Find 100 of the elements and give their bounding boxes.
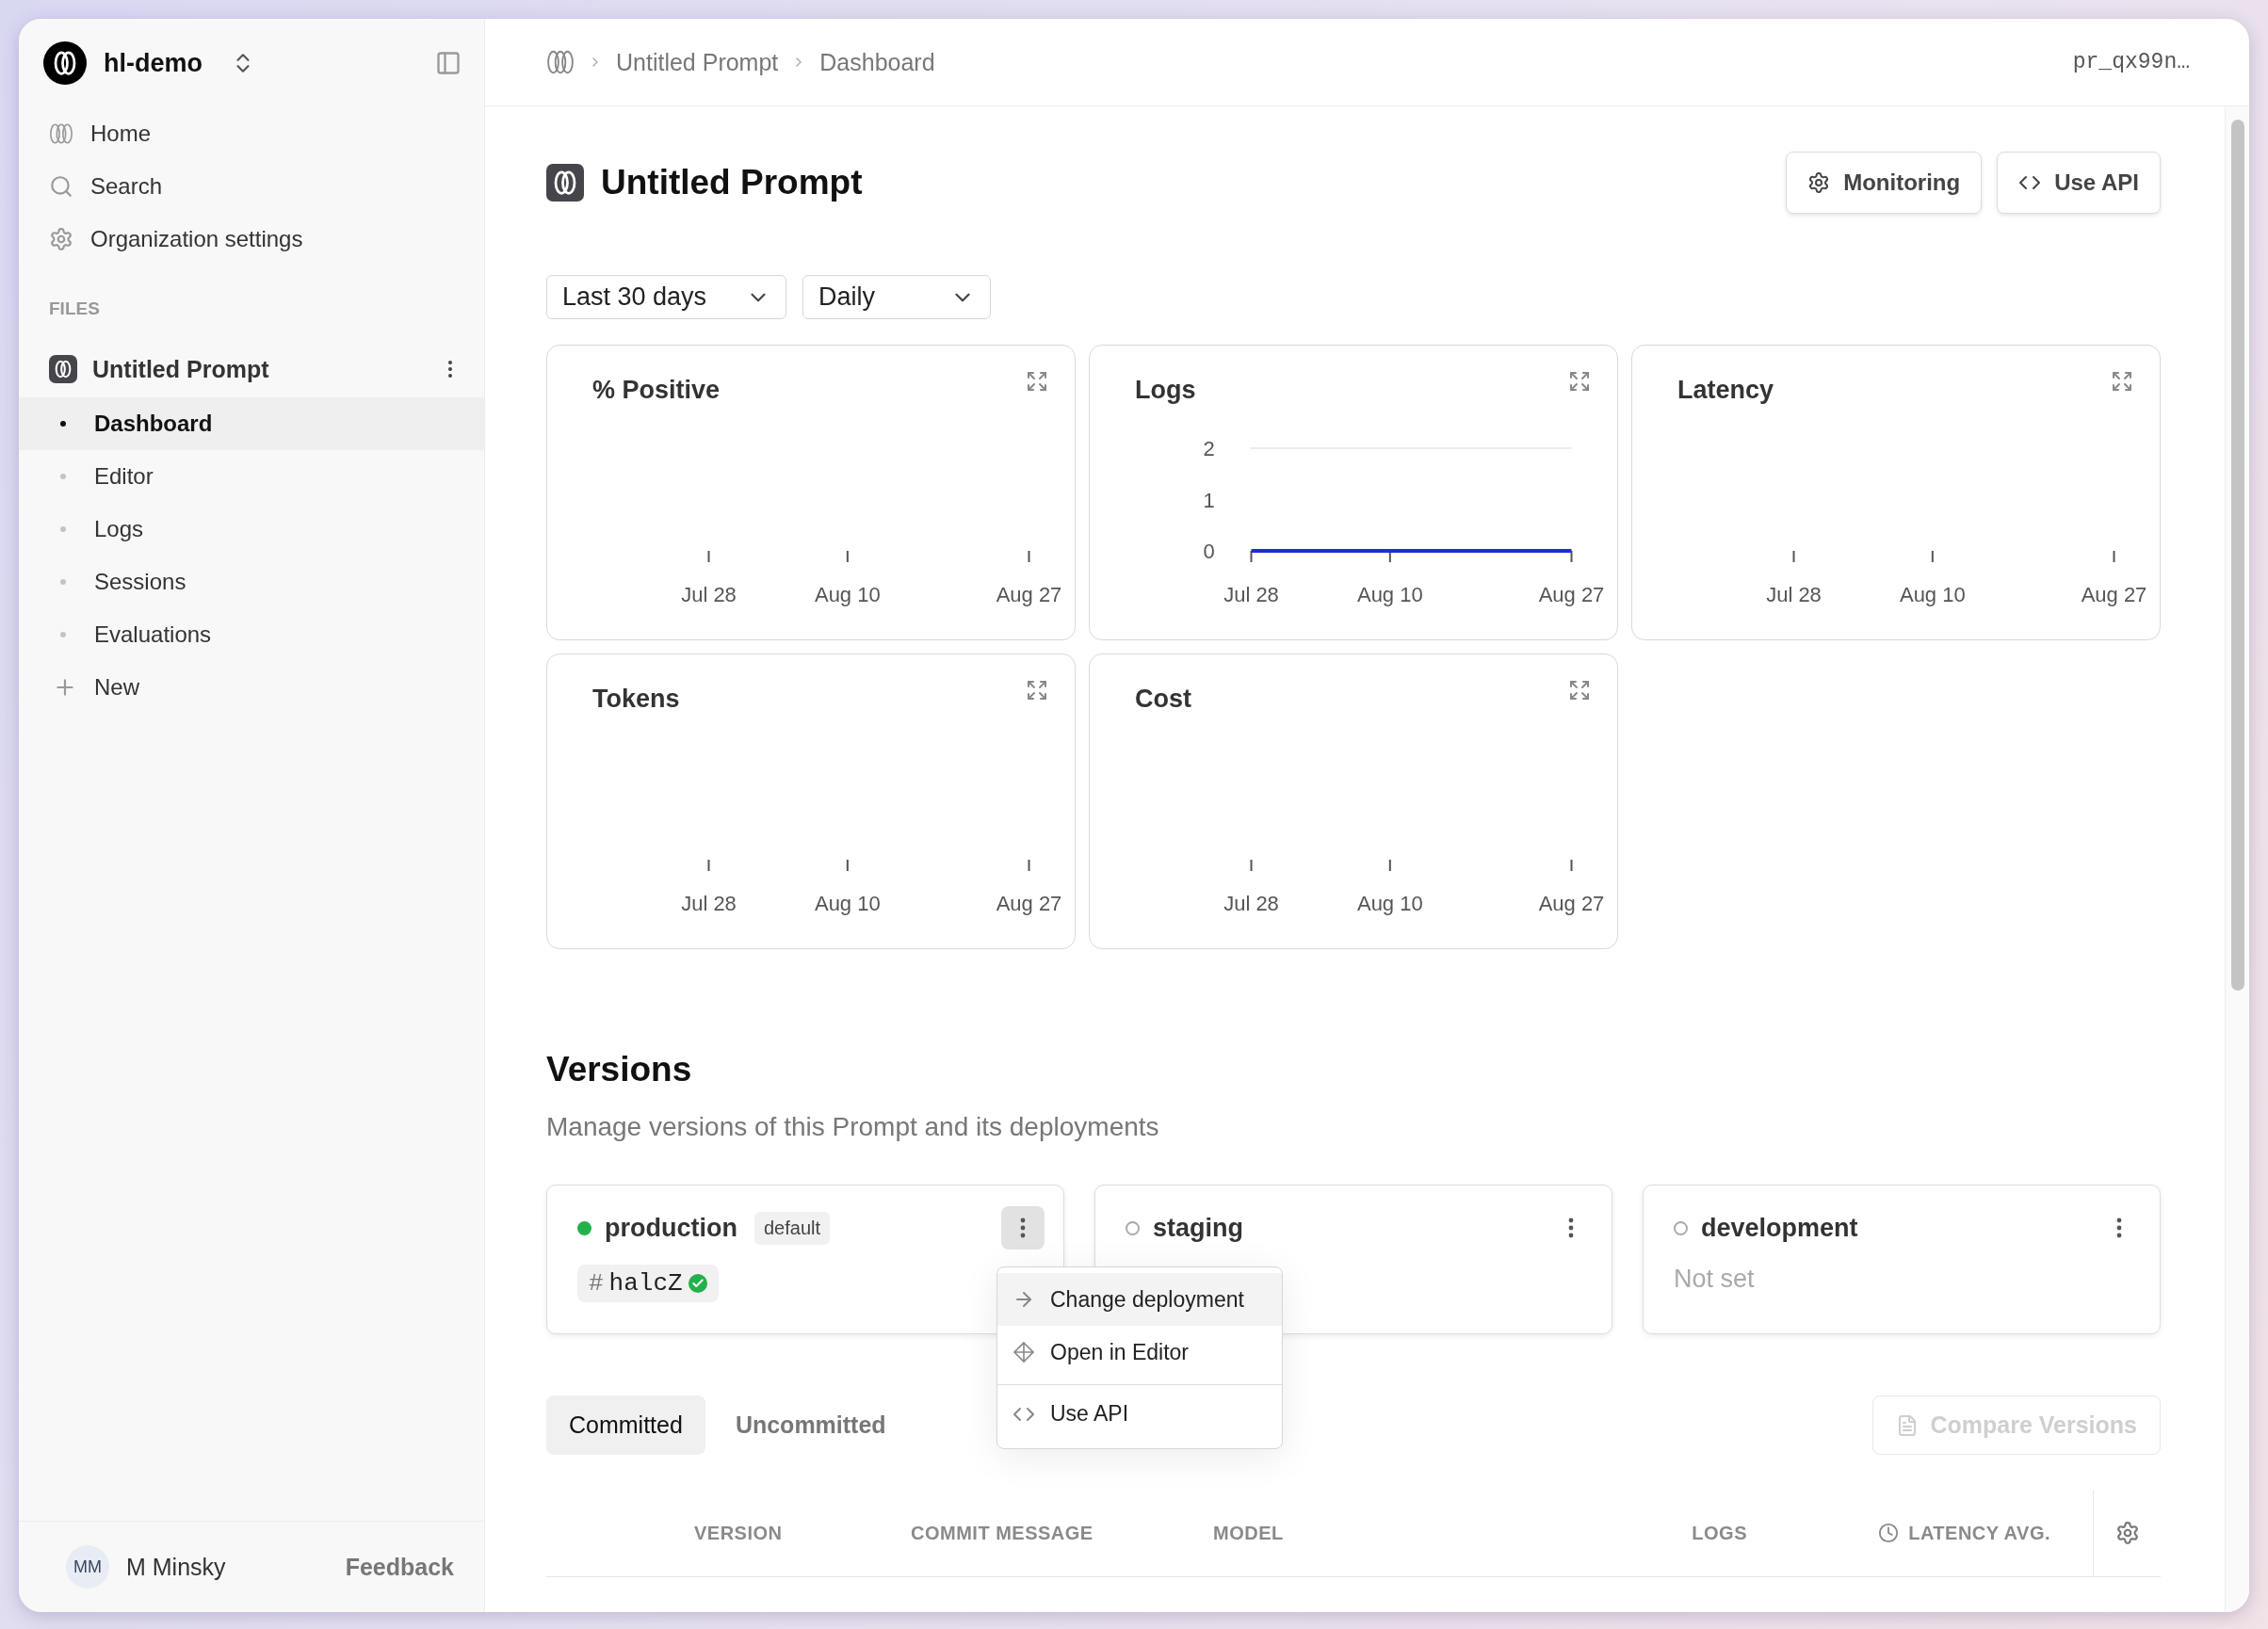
sidebar-toggle-icon[interactable]: [435, 50, 462, 76]
new-item[interactable]: New: [19, 661, 484, 714]
axis-label: Jul 28: [1223, 892, 1279, 915]
expand-icon[interactable]: [1568, 679, 1591, 702]
expand-icon[interactable]: [1026, 679, 1048, 702]
axis-label: 2: [1203, 437, 1215, 460]
status-text: Not set: [1674, 1265, 1756, 1294]
user-avatar: MM: [66, 1545, 109, 1589]
tick-mark: [846, 550, 849, 563]
chart-title: Tokens: [592, 685, 680, 714]
axis-label: Aug 10: [1356, 892, 1423, 915]
tick-mark: [1792, 550, 1795, 563]
sidebar-item[interactable]: Editor: [19, 450, 484, 503]
tick-mark: [1931, 550, 1934, 563]
nav-item[interactable]: Search: [19, 160, 484, 213]
bullet-icon: [60, 632, 66, 637]
loops-icon: [49, 121, 73, 146]
bullet-icon: [60, 421, 66, 427]
menu-item[interactable]: Open in Editor: [997, 1326, 1282, 1379]
nav-item[interactable]: Organization settings: [19, 213, 484, 266]
axis-label: Aug 27: [996, 583, 1062, 606]
chart-title: % Positive: [592, 376, 721, 405]
column-header: MODEL: [1213, 1522, 1284, 1544]
dropdown[interactable]: Daily: [802, 275, 991, 319]
bullet-icon: [60, 579, 66, 585]
axis-label: Jul 28: [681, 583, 737, 606]
tick-mark: [1028, 859, 1030, 872]
more-icon: [2116, 1218, 2122, 1238]
feedback-link[interactable]: Feedback: [345, 1553, 454, 1581]
axis-label: Aug 27: [1538, 892, 1605, 915]
settings-icon[interactable]: [2114, 1521, 2140, 1545]
axis-label: Aug 10: [814, 892, 881, 915]
bullet-icon: [60, 526, 66, 532]
sidebar-item[interactable]: Evaluations: [19, 608, 484, 661]
menu-item[interactable]: Change deployment: [997, 1273, 1282, 1326]
expand-icon[interactable]: [2111, 370, 2133, 393]
version-tag: # halcZ: [577, 1265, 719, 1302]
section-subtitle: Manage versions of this Prompt and its deployments: [546, 1111, 1160, 1143]
tick-mark: [1028, 550, 1030, 563]
settings-icon: [49, 227, 73, 251]
axis-label: Aug 27: [1538, 583, 1605, 606]
axis-label: Aug 10: [814, 583, 881, 606]
tick-mark: [1250, 859, 1253, 872]
more-icon: [1020, 1218, 1026, 1238]
menu-item[interactable]: Use API: [997, 1384, 1282, 1443]
axis-label: Jul 28: [1766, 583, 1822, 606]
tick-mark: [846, 859, 849, 872]
column-header: LATENCY AVG.: [1908, 1522, 2050, 1544]
scrollbar-thumb[interactable]: [2230, 120, 2244, 991]
settings-icon: [1807, 171, 1831, 194]
diamond-icon: [1012, 1341, 1035, 1363]
column-header: LOGS: [1692, 1522, 1747, 1544]
axis-label: Aug 27: [996, 892, 1062, 915]
chart-title: Cost: [1135, 685, 1191, 714]
bullet-icon: [60, 474, 66, 479]
more-icon: [1568, 1218, 1574, 1238]
breadcrumb-link[interactable]: Untitled Prompt: [616, 48, 779, 76]
tab[interactable]: Committed: [546, 1395, 705, 1455]
chart-title: Logs: [1135, 376, 1196, 405]
environment-name: staging: [1153, 1213, 1243, 1243]
axis-label: Aug 10: [1356, 583, 1423, 606]
header-button[interactable]: Monitoring: [1786, 152, 1983, 214]
search-icon: [49, 174, 73, 199]
axis-label: Jul 28: [681, 892, 737, 915]
org-logo: [43, 41, 87, 85]
header-button[interactable]: Use API: [1997, 152, 2161, 214]
sidebar-item[interactable]: Sessions: [19, 556, 484, 608]
org-name: hl-demo: [104, 48, 202, 78]
prompt-id: pr_qx99n…: [2072, 50, 2190, 74]
expand-icon[interactable]: [1568, 370, 1591, 393]
prompt-icon: [546, 164, 584, 202]
column-header: VERSION: [694, 1522, 783, 1544]
more-button[interactable]: [1001, 1206, 1045, 1250]
chart-title: Latency: [1677, 376, 1774, 405]
axis-label: Aug 10: [1899, 583, 1966, 606]
tick-mark: [2113, 550, 2115, 563]
clock-icon: [1878, 1523, 1900, 1543]
tick-mark: [1388, 859, 1391, 872]
tick-mark: [1570, 859, 1573, 872]
environment-name: production: [605, 1213, 737, 1243]
file-item[interactable]: Untitled Prompt: [19, 341, 484, 397]
axis-label: 1: [1203, 488, 1215, 512]
tick-mark: [707, 859, 710, 872]
column-header: COMMIT MESSAGE: [911, 1522, 1094, 1544]
tab[interactable]: Uncommitted: [712, 1395, 909, 1455]
section-label: FILES: [48, 298, 100, 320]
nav-item[interactable]: Home: [19, 107, 484, 160]
expand-icon[interactable]: [1026, 370, 1048, 393]
section-title: Versions: [546, 1049, 693, 1090]
tick-mark: [707, 550, 710, 563]
page-title: Untitled Prompt: [601, 163, 863, 202]
axis-label: Jul 28: [1223, 583, 1279, 606]
dropdown[interactable]: Last 30 days: [546, 275, 786, 319]
sidebar-item[interactable]: Dashboard: [19, 397, 484, 450]
sidebar-item[interactable]: Logs: [19, 503, 484, 556]
environment-name: development: [1701, 1213, 1858, 1243]
loops-icon[interactable]: [546, 48, 575, 76]
breadcrumb-link[interactable]: Dashboard: [819, 48, 935, 76]
default-tag: default: [754, 1211, 831, 1245]
axis-label: 0: [1203, 540, 1215, 563]
